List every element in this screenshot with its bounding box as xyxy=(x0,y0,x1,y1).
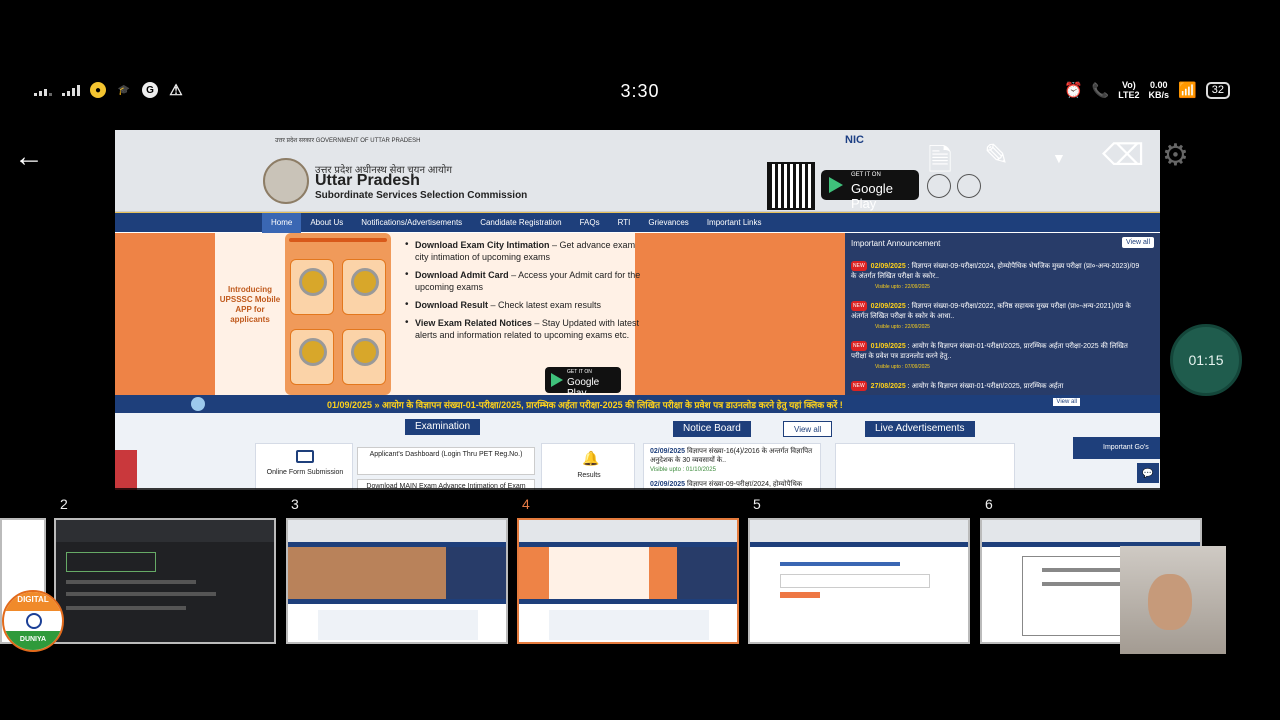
announcement-item[interactable]: NEW 27/08/2025 : आयोग के विज्ञापन संख्या-… xyxy=(851,381,1141,392)
nav-notifications[interactable]: Notifications/Advertisements xyxy=(352,213,471,233)
feature-item: Download Admit Card – Access your Admit … xyxy=(405,269,641,293)
app-phone-mockup xyxy=(285,233,391,395)
news-ticker: 01/09/2025 » आयोग के विज्ञापन संख्या-01-… xyxy=(115,395,1160,413)
org-name: Uttar Pradesh xyxy=(315,172,420,189)
applicant-dashboard-button[interactable]: Applicant's Dashboard (Login Thru PET Re… xyxy=(357,447,535,475)
thumbnail-number: 5 xyxy=(753,496,761,512)
chat-icon[interactable]: 💬 xyxy=(1137,463,1159,483)
thumbnail-3[interactable] xyxy=(286,518,508,644)
examination-heading: Examination xyxy=(405,419,481,435)
important-gos-button[interactable]: Important Go's xyxy=(1073,437,1160,459)
thumbnail-number-current: 4 xyxy=(522,496,530,512)
screen: { "status_bar": { "time": "3:30", "netwo… xyxy=(0,0,1280,720)
notice-board-list: 02/09/2025 विज्ञापन संख्या-16(4)/2016 के… xyxy=(643,443,821,490)
announcement-item[interactable]: NEW 02/09/2025 : विज्ञापन संख्या-09-परीक्… xyxy=(851,301,1141,332)
org-subtitle: Subordinate Services Selection Commissio… xyxy=(315,190,528,201)
thumbnail-number: 3 xyxy=(291,496,299,512)
bell-icon: 🔔 xyxy=(582,450,600,466)
thumbnail-2[interactable] xyxy=(54,518,276,644)
live-advertisements-heading: Live Advertisements xyxy=(865,421,975,437)
important-announcement-panel: Important Announcement View all NEW 02/09… xyxy=(845,233,1160,395)
nav-candidate-registration[interactable]: Candidate Registration xyxy=(471,213,570,233)
announcement-item[interactable]: NEW 01/09/2025 : आयोग के विज्ञापन संख्या-… xyxy=(851,341,1141,372)
commission-emblem xyxy=(263,158,309,204)
eraser-icon[interactable]: ⌫ xyxy=(1102,138,1144,173)
website-screenshot: उत्तर प्रदेश सरकार GOVERNMENT OF UTTAR P… xyxy=(115,130,1160,490)
thumbnail-number: 2 xyxy=(60,496,68,512)
google-play-badge[interactable]: GET IT ON Google Play xyxy=(821,170,919,211)
nav-important-links[interactable]: Important Links xyxy=(698,213,771,233)
notice-board-view-all[interactable]: View all xyxy=(783,421,833,437)
live-advertisements-list xyxy=(835,443,1015,490)
network-type: Vo) LTE2 xyxy=(1118,80,1140,100)
wifi-icon: 📶 xyxy=(1178,82,1197,99)
lower-sections: Examination Notice Board View all Live A… xyxy=(115,413,1160,490)
feature-item: Download Exam City Intimation – Get adva… xyxy=(405,239,641,263)
id-card-icon xyxy=(296,450,314,463)
screenshot-toolbar: 🗎 ✎ ▼ ⌫ ⚙ xyxy=(922,132,1202,184)
notice-board-heading: Notice Board xyxy=(673,421,751,437)
bulb-icon xyxy=(191,397,205,411)
ticker-view-all[interactable]: View all xyxy=(1053,398,1080,406)
channel-logo: DIGITAL DUNIYA xyxy=(2,590,64,652)
play-icon xyxy=(551,373,563,387)
chevron-down-icon[interactable]: ▼ xyxy=(1052,150,1066,166)
back-arrow-icon[interactable]: ← xyxy=(14,142,46,174)
thumbnail-4-selected[interactable] xyxy=(517,518,739,644)
online-form-card[interactable]: Online Form Submission xyxy=(255,443,353,490)
feature-list: Download Exam City Intimation – Get adva… xyxy=(405,239,641,347)
settings-icon[interactable]: ⚙ xyxy=(1162,138,1189,173)
app-banner: Introducing UPSSSC Mobile APP for applic… xyxy=(115,233,845,399)
pen-icon[interactable]: ✎ xyxy=(984,138,1009,173)
contact-us-tab[interactable] xyxy=(115,450,137,490)
banner-google-play-badge[interactable]: GET IT ON Google Play xyxy=(545,367,621,399)
nav-grievances[interactable]: Grievances xyxy=(639,213,697,233)
battery-indicator: 32 xyxy=(1205,81,1230,99)
announcement-view-all[interactable]: View all xyxy=(1122,237,1154,248)
feature-item: View Exam Related Notices – Stay Updated… xyxy=(405,317,641,341)
qr-code xyxy=(767,162,815,210)
nav-about[interactable]: About Us xyxy=(301,213,352,233)
nav-faqs[interactable]: FAQs xyxy=(571,213,609,233)
play-icon xyxy=(829,177,843,193)
ticker-text[interactable]: 01/09/2025 » आयोग के विज्ञापन संख्या-01-… xyxy=(327,398,843,411)
thumbnail-5[interactable] xyxy=(748,518,970,644)
results-card[interactable]: 🔔 Results xyxy=(541,443,635,490)
announcement-item[interactable]: NEW 02/09/2025 : विज्ञापन संख्या-09-परीक्… xyxy=(851,261,1141,292)
nic-logo: NIC xyxy=(845,134,864,146)
site-nav: Home About Us Notifications/Advertisemen… xyxy=(115,212,1160,233)
document-icon[interactable]: 🗎 xyxy=(928,138,952,189)
network-speed: 0.00 KB/s xyxy=(1148,80,1170,100)
recording-timer[interactable]: 01:15 xyxy=(1170,324,1242,396)
chakra-icon xyxy=(26,613,42,629)
status-bar: ● 🎓 G ⚠ 3:30 ⏰ 📞 Vo) LTE2 0.00 KB/s 📶 32 xyxy=(0,78,1280,106)
screenshot-thumbnail-strip: 2 3 4 5 6 xyxy=(0,488,1280,660)
notice-item[interactable]: 02/09/2025 विज्ञापन संख्या-16(4)/2016 के… xyxy=(650,447,818,475)
feature-item: Download Result – Check latest exam resu… xyxy=(405,299,641,311)
alarm-icon: ⏰ xyxy=(1064,82,1083,99)
nav-rti[interactable]: RTI xyxy=(609,213,640,233)
gov-bar: उत्तर प्रदेश सरकार GOVERNMENT OF UTTAR P… xyxy=(275,138,421,144)
announcement-title: Important Announcement xyxy=(851,239,941,248)
nav-home[interactable]: Home xyxy=(262,212,302,233)
wifi-calling-icon: 📞 xyxy=(1091,81,1110,98)
thumbnail-number: 6 xyxy=(985,496,993,512)
presenter-webcam xyxy=(1120,546,1226,654)
app-intro-text: Introducing UPSSSC Mobile APP for applic… xyxy=(219,285,281,324)
